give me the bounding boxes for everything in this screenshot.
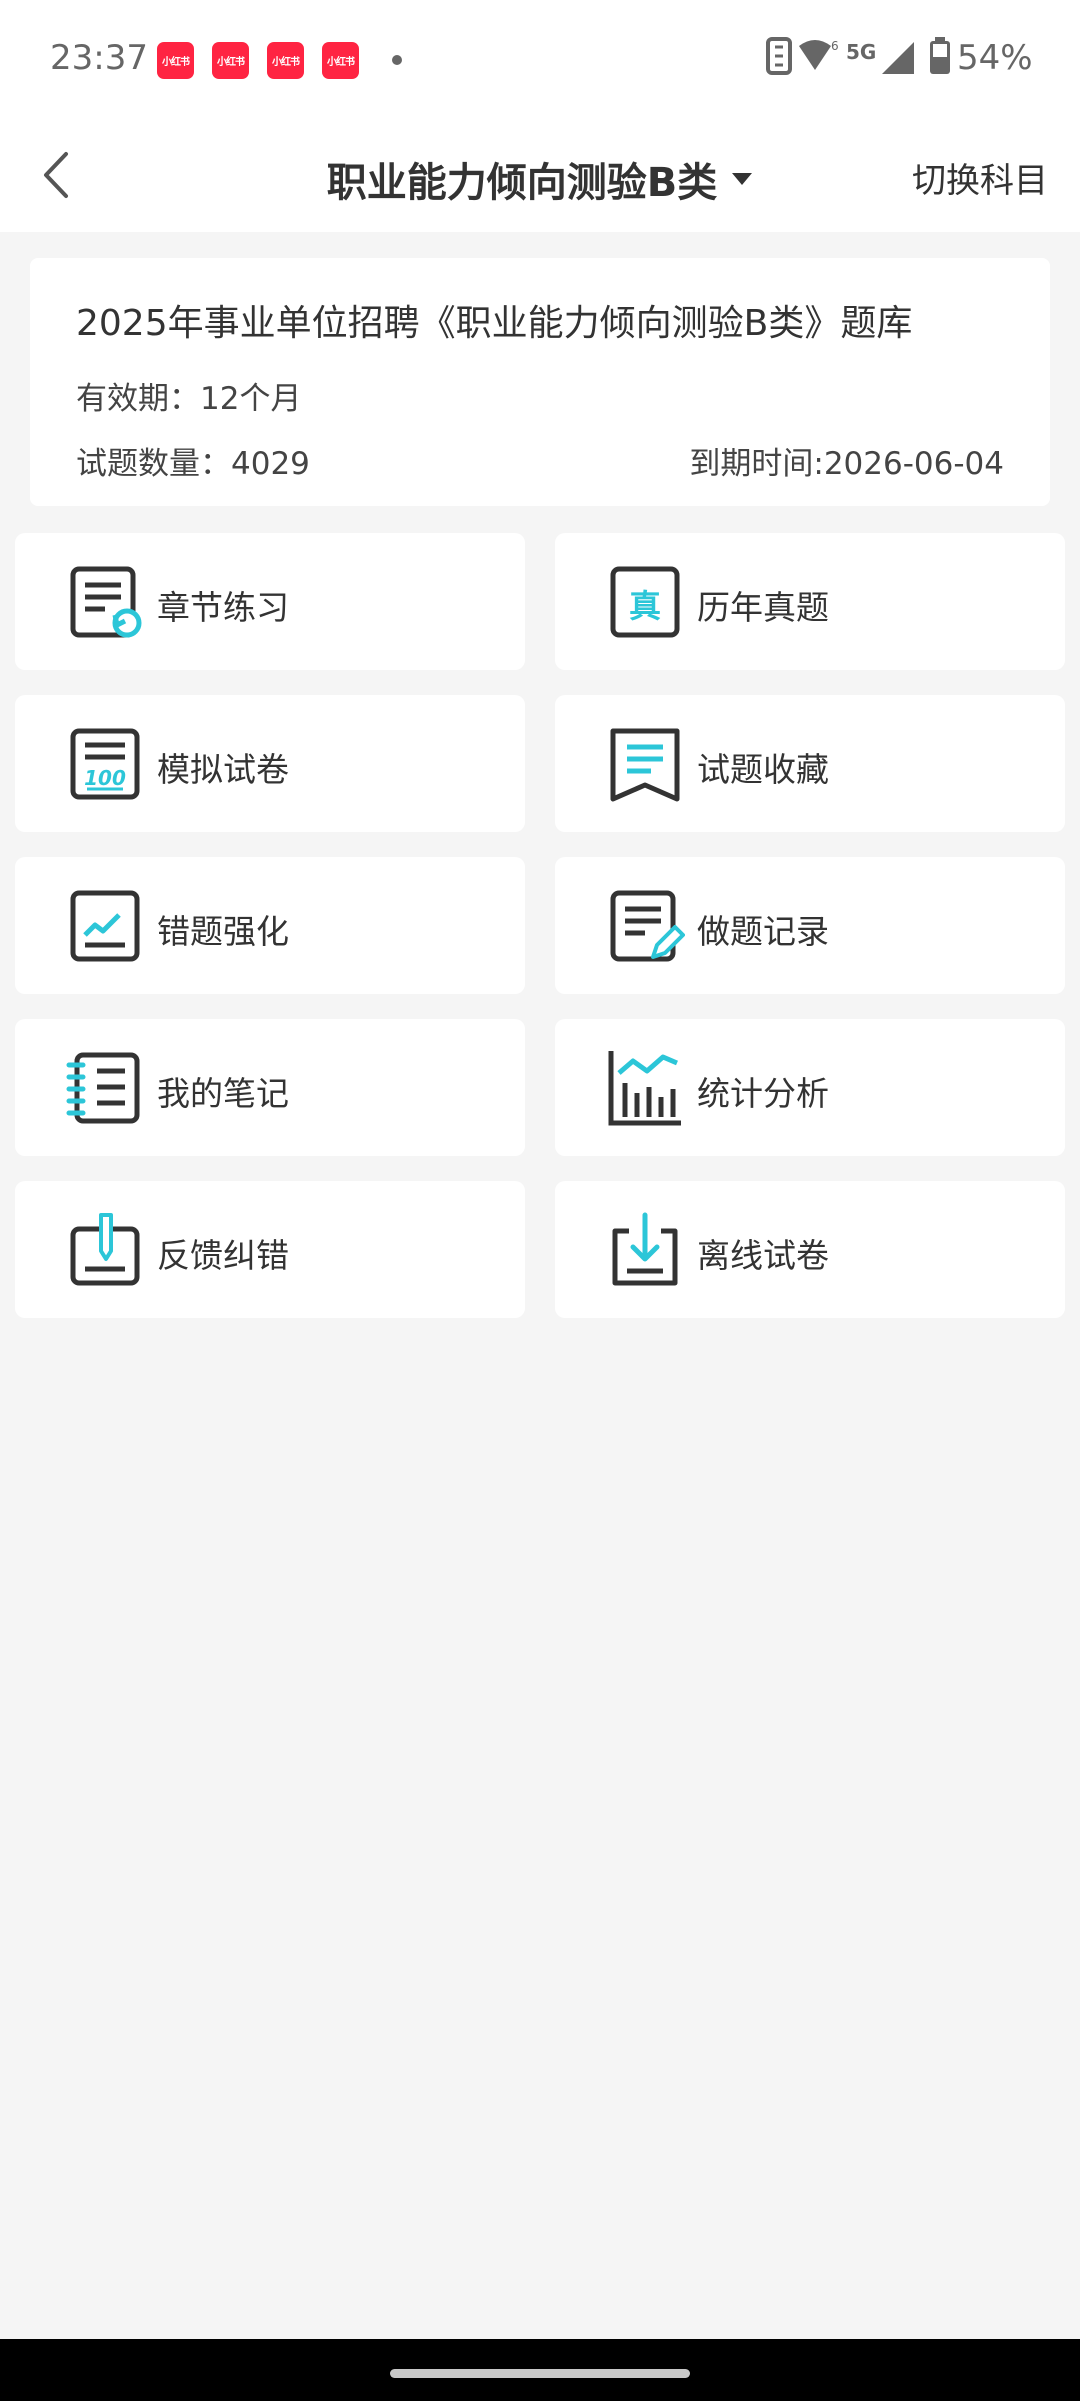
question-bank-title: 2025年事业单位招聘《职业能力倾向测验B类》题库 [76,303,913,344]
practice-record-icon [610,890,685,962]
mock-paper-icon: 100 [70,728,140,800]
battery-icon [930,37,950,74]
switch-subject-button[interactable]: 切换科目 [912,153,1048,202]
nfc-icon [766,37,792,75]
menu-label: 做题记录 [697,912,829,951]
past-exams-icon: 真 [610,566,680,638]
menu-label: 章节练习 [157,588,289,627]
home-indicator[interactable] [390,2369,690,2378]
notes-icon [66,1052,140,1124]
expiration-date: 到期时间:2026-06-04 [689,446,1004,482]
bookmark-icon [610,728,680,802]
battery-percentage: 54% [957,38,1033,78]
menu-label: 模拟试卷 [157,750,289,789]
offline-paper-button[interactable]: 离线试卷 [555,1181,1065,1318]
feedback-button[interactable]: 反馈纠错 [15,1181,525,1318]
statistics-icon [608,1051,681,1126]
signal-icon [882,42,914,74]
mock-paper-button[interactable]: 100 模拟试卷 [15,695,525,832]
notes-button[interactable]: 我的笔记 [15,1019,525,1156]
app-header: 职业能力倾向测验B类 切换科目 [0,120,1080,232]
chapter-practice-button[interactable]: 章节练习 [15,533,525,670]
menu-label: 我的笔记 [157,1074,289,1113]
xiaohongshu-notification-icon: 小红书 [322,42,359,79]
dropdown-triangle-icon [732,173,753,185]
status-bar: 23:37 小红书 小红书 小红书 小红书 6 5G 54% [0,0,1080,120]
svg-text:100: 100 [84,766,126,790]
question-bank-info-card: 2025年事业单位招聘《职业能力倾向测验B类》题库 有效期：12个月 试题数量：… [30,258,1050,506]
page-title: 职业能力倾向测验B类 [326,160,718,206]
statistics-button[interactable]: 统计分析 [555,1019,1065,1156]
past-exams-button[interactable]: 真 历年真题 [555,533,1065,670]
menu-label: 离线试卷 [697,1236,829,1275]
validity-period: 有效期：12个月 [76,381,302,417]
chapter-practice-icon [70,566,142,638]
xiaohongshu-notification-icon: 小红书 [157,42,194,79]
practice-record-button[interactable]: 做题记录 [555,857,1065,994]
wrong-questions-icon [70,890,140,962]
network-type: 5G [846,40,877,64]
status-time: 23:37 [50,38,148,78]
wifi-icon: 6 [799,39,839,70]
svg-text:6: 6 [831,39,839,53]
menu-label: 历年真题 [697,588,829,627]
bookmark-button[interactable]: 试题收藏 [555,695,1065,832]
feedback-icon [70,1213,140,1286]
more-notifications-dot [392,55,402,65]
menu-label: 反馈纠错 [157,1236,289,1275]
menu-label: 试题收藏 [697,750,829,789]
wrong-questions-button[interactable]: 错题强化 [15,857,525,994]
menu-label: 错题强化 [157,912,289,951]
question-count: 试题数量：4029 [76,446,310,482]
download-icon [612,1212,678,1286]
xiaohongshu-notification-icon: 小红书 [212,42,249,79]
svg-text:真: 真 [629,587,661,625]
menu-label: 统计分析 [697,1074,829,1113]
xiaohongshu-notification-icon: 小红书 [267,42,304,79]
